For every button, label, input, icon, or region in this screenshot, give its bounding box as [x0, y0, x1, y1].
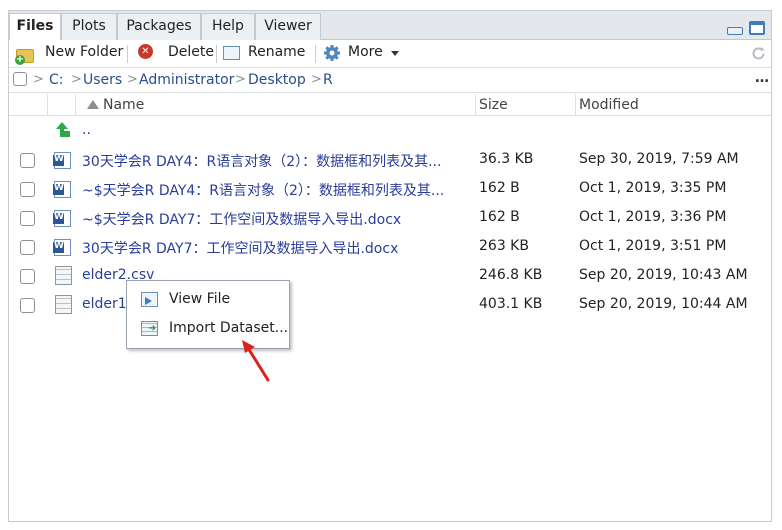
file-size: 246.8 KB [479, 267, 543, 283]
column-header-name[interactable]: Name [103, 97, 144, 113]
row-checkbox[interactable] [20, 240, 35, 255]
row-checkbox[interactable] [20, 269, 35, 284]
tab-packages[interactable]: Packages [117, 13, 201, 40]
word-document-icon: W [53, 181, 71, 198]
rename-icon [223, 46, 240, 60]
breadcrumb-drive[interactable]: C: [49, 72, 64, 88]
file-size: 263 KB [479, 238, 529, 254]
csv-file-icon [55, 266, 72, 285]
rename-label: Rename [248, 44, 306, 60]
breadcrumb-separator: > [127, 72, 138, 87]
import-dataset-label: Import Dataset... [169, 320, 289, 336]
file-modified: Sep 20, 2019, 10:44 AM [579, 296, 748, 312]
breadcrumb: > C: > Users > Administrator > Desktop >… [9, 68, 771, 93]
file-table-header: Name Size Modified [9, 94, 771, 116]
table-row: elder2.csv 246.8 KB Sep 20, 2019, 10:43 … [9, 262, 771, 291]
column-divider [575, 94, 576, 116]
parent-directory-link[interactable]: .. [82, 122, 91, 138]
column-header-modified[interactable]: Modified [579, 97, 639, 113]
breadcrumb-administrator[interactable]: Administrator [139, 72, 234, 88]
delete-icon: ✕ [138, 44, 153, 59]
view-file-menu-item[interactable]: View File [127, 285, 289, 313]
file-name-link[interactable]: 30天学会R DAY7：工作空间及数据导入导出.docx [82, 238, 398, 258]
files-pane: Files Plots Packages Help Viewer + New F… [8, 10, 772, 522]
tab-files[interactable]: Files [9, 13, 61, 41]
import-dataset-icon: ➜ [141, 321, 158, 336]
gear-icon [324, 45, 340, 61]
table-row: elder1. 403.1 KB Sep 20, 2019, 10:44 AM [9, 291, 771, 320]
file-name-link[interactable]: ~$天学会R DAY4：R语言对象（2）：数据框和列表及其... [82, 180, 444, 200]
row-checkbox[interactable] [20, 153, 35, 168]
word-document-icon: W [53, 210, 71, 227]
file-size: 162 B [479, 209, 520, 225]
more-button[interactable]: More [321, 44, 401, 64]
row-checkbox[interactable] [20, 298, 35, 313]
up-arrow-icon [56, 122, 70, 137]
breadcrumb-users[interactable]: Users [83, 72, 122, 88]
tab-help[interactable]: Help [201, 13, 255, 40]
delete-label: Delete [168, 44, 214, 60]
toolbar-divider [127, 45, 128, 63]
more-options-button[interactable]: … [755, 70, 769, 86]
breadcrumb-desktop[interactable]: Desktop [248, 72, 306, 88]
file-modified: Oct 1, 2019, 3:36 PM [579, 209, 727, 225]
tab-plots[interactable]: Plots [61, 13, 117, 40]
files-toolbar: + New Folder ✕ Delete Rename More [9, 40, 771, 68]
table-row: W ~$天学会R DAY7：工作空间及数据导入导出.docx 162 B Oct… [9, 204, 771, 233]
plus-icon: + [15, 54, 25, 65]
breadcrumb-r[interactable]: R [323, 72, 333, 88]
breadcrumb-separator: > [235, 72, 246, 87]
annotation-arrow-icon [242, 340, 270, 382]
row-checkbox[interactable] [20, 182, 35, 197]
parent-directory-row[interactable]: .. [9, 117, 771, 146]
column-divider [75, 94, 76, 116]
toolbar-divider [216, 45, 217, 63]
row-checkbox[interactable] [20, 211, 35, 226]
refresh-icon[interactable] [750, 45, 767, 62]
breadcrumb-separator: > [33, 72, 44, 87]
new-folder-button[interactable]: + New Folder [9, 44, 124, 65]
sort-ascending-icon [87, 100, 99, 109]
table-row: W 30天学会R DAY4：R语言对象（2）：数据框和列表及其... 36.3 … [9, 146, 771, 175]
view-file-label: View File [169, 291, 231, 307]
csv-file-icon [55, 295, 72, 314]
file-size: 162 B [479, 180, 520, 196]
tab-bar: Files Plots Packages Help Viewer [9, 11, 771, 41]
column-divider [47, 94, 48, 116]
file-modified: Oct 1, 2019, 3:35 PM [579, 180, 727, 196]
file-name-link[interactable]: ~$天学会R DAY7：工作空间及数据导入导出.docx [82, 209, 401, 229]
view-file-icon [141, 292, 158, 307]
maximize-icon[interactable] [749, 21, 765, 35]
word-document-icon: W [53, 152, 71, 169]
chevron-down-icon [391, 51, 399, 56]
delete-button[interactable]: ✕ Delete [133, 44, 214, 64]
breadcrumb-separator: > [71, 72, 82, 87]
file-modified: Sep 20, 2019, 10:43 AM [579, 267, 748, 283]
column-divider [475, 94, 476, 116]
column-header-size[interactable]: Size [479, 97, 508, 113]
file-name-link[interactable]: elder1. [82, 296, 131, 312]
select-all-checkbox[interactable] [13, 72, 27, 86]
file-modified: Sep 30, 2019, 7:59 AM [579, 151, 739, 167]
rename-button[interactable]: Rename [221, 44, 311, 64]
file-modified: Oct 1, 2019, 3:51 PM [579, 238, 727, 254]
word-document-icon: W [53, 239, 71, 256]
tab-viewer[interactable]: Viewer [255, 13, 321, 40]
minimize-icon[interactable] [727, 27, 743, 35]
new-folder-label: New Folder [45, 44, 124, 60]
more-label: More [348, 44, 383, 60]
table-row: W 30天学会R DAY7：工作空间及数据导入导出.docx 263 KB Oc… [9, 233, 771, 262]
file-name-link[interactable]: 30天学会R DAY4：R语言对象（2）：数据框和列表及其... [82, 151, 441, 171]
file-size: 403.1 KB [479, 296, 543, 312]
table-row: W ~$天学会R DAY4：R语言对象（2）：数据框和列表及其... 162 B… [9, 175, 771, 204]
file-size: 36.3 KB [479, 151, 534, 167]
toolbar-divider [315, 45, 316, 63]
breadcrumb-separator: > [311, 72, 322, 87]
